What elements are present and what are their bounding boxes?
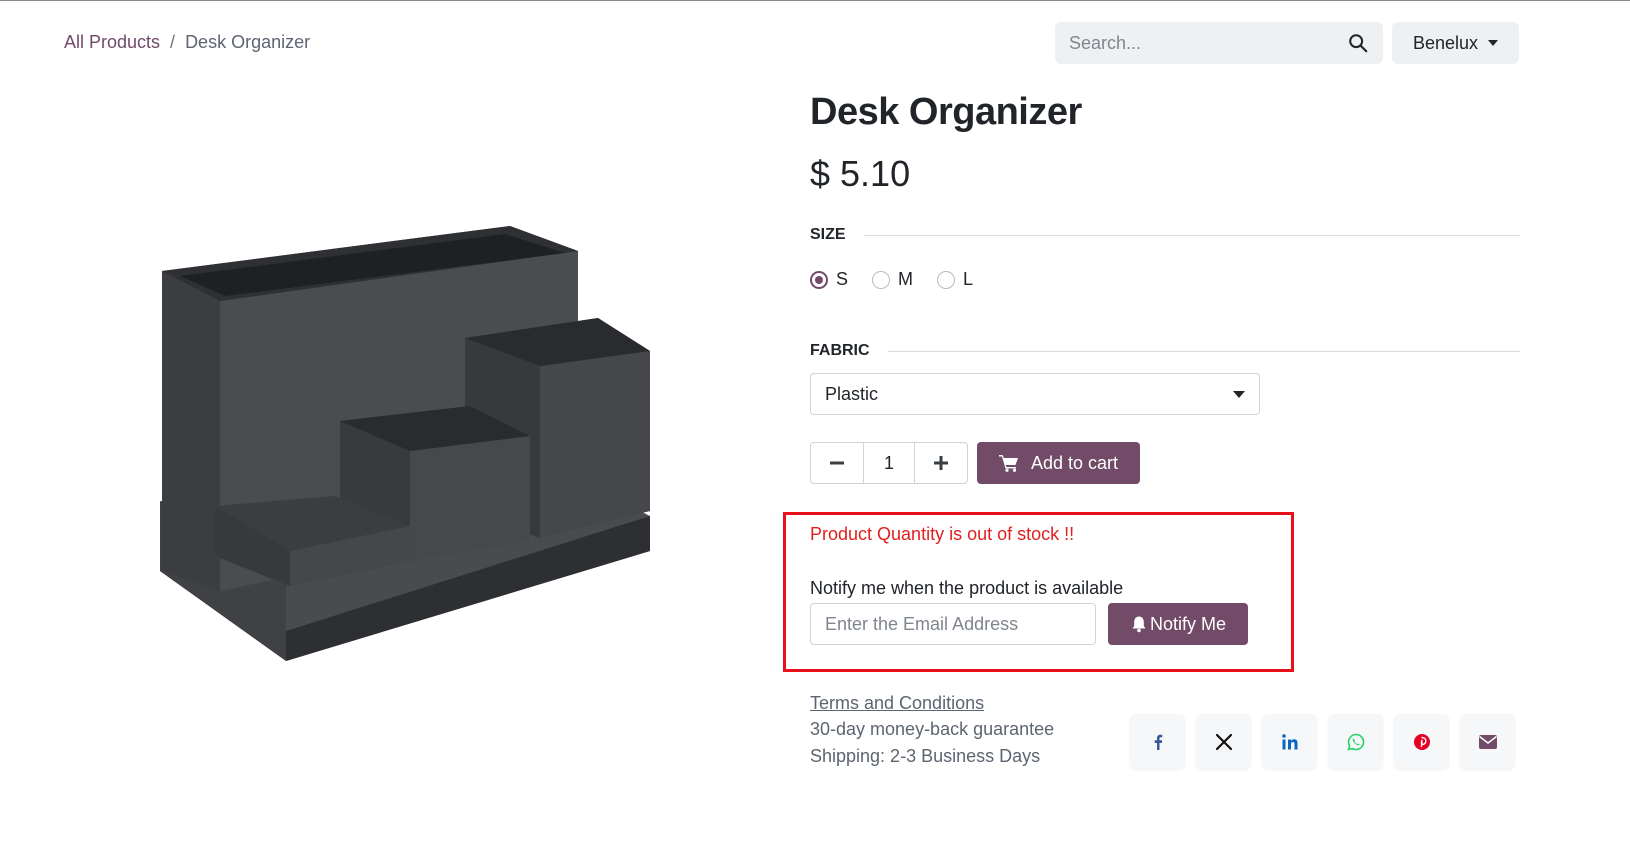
size-attribute-heading: SIZE <box>810 226 1520 244</box>
size-option-m[interactable]: M <box>872 269 913 290</box>
breadcrumb: All Products / Desk Organizer <box>64 32 310 53</box>
notify-label: Notify me when the product is available <box>810 578 1124 598</box>
x-icon <box>1215 733 1232 750</box>
radio-checked-icon[interactable] <box>810 270 828 289</box>
terms-link[interactable]: Terms and Conditions <box>810 693 984 714</box>
size-option-s[interactable]: S <box>810 269 848 290</box>
minus-icon <box>830 461 844 465</box>
divider <box>863 234 1520 236</box>
add-to-cart-label: Add to cart <box>1030 452 1119 473</box>
breadcrumb-separator: / <box>170 32 176 52</box>
share-linkedin-button[interactable] <box>1262 714 1317 769</box>
quantity-stepper: 1 <box>810 442 968 484</box>
add-to-cart-button[interactable]: Add to cart <box>977 442 1140 484</box>
fabric-label: FABRIC <box>810 342 870 359</box>
pinterest-icon <box>1413 733 1430 750</box>
share-whatsapp-button[interactable] <box>1328 714 1383 769</box>
pricelist-label: Benelux <box>1412 32 1479 53</box>
notify-me-label: Notify Me <box>1149 613 1227 634</box>
chevron-down-icon <box>1488 40 1499 46</box>
shipping-text: Shipping: 2-3 Business Days <box>810 746 1041 766</box>
pricelist-dropdown[interactable]: Benelux <box>1392 22 1519 64</box>
search-input[interactable] <box>1069 32 1347 54</box>
share-pinterest-button[interactable] <box>1394 714 1449 769</box>
fabric-selected-value: Plastic <box>825 383 879 404</box>
guarantee-text: 30-day money-back guarantee <box>810 719 1055 739</box>
quantity-plus-button[interactable] <box>915 443 967 483</box>
divider <box>887 350 1520 352</box>
size-label: SIZE <box>810 226 846 243</box>
fabric-attribute-heading: FABRIC <box>810 342 1520 360</box>
bell-icon <box>1132 616 1146 633</box>
size-options: S M L <box>810 269 973 290</box>
radio-unchecked-icon[interactable] <box>937 270 956 289</box>
cart-icon <box>998 455 1018 472</box>
facebook-icon <box>1154 734 1162 750</box>
desk-organizer-image <box>160 226 650 661</box>
product-title: Desk Organizer <box>810 91 1082 133</box>
out-of-stock-message: Product Quantity is out of stock !! <box>810 524 1075 544</box>
share-x-button[interactable] <box>1196 714 1251 769</box>
whatsapp-icon <box>1346 733 1364 751</box>
email-field[interactable] <box>810 603 1096 645</box>
share-facebook-button[interactable] <box>1130 714 1185 769</box>
search-icon[interactable] <box>1347 32 1369 54</box>
radio-unchecked-icon[interactable] <box>872 270 891 289</box>
fabric-select[interactable]: Plastic <box>810 373 1260 415</box>
breadcrumb-current: Desk Organizer <box>185 32 311 52</box>
size-option-label: S <box>836 269 849 289</box>
size-option-l[interactable]: L <box>937 269 973 290</box>
plus-icon <box>934 456 948 470</box>
chevron-down-icon <box>1233 390 1245 398</box>
search-box <box>1055 22 1383 64</box>
email-icon <box>1478 734 1497 749</box>
notify-me-button[interactable]: Notify Me <box>1108 603 1248 645</box>
share-email-button[interactable] <box>1460 714 1515 769</box>
quantity-minus-button[interactable] <box>811 443 863 483</box>
breadcrumb-all-products[interactable]: All Products <box>64 32 160 53</box>
quantity-input[interactable]: 1 <box>863 443 915 483</box>
size-option-label: L <box>963 269 974 289</box>
product-price: $ 5.10 <box>810 153 911 194</box>
size-option-label: M <box>898 269 914 289</box>
linkedin-icon <box>1281 733 1297 749</box>
